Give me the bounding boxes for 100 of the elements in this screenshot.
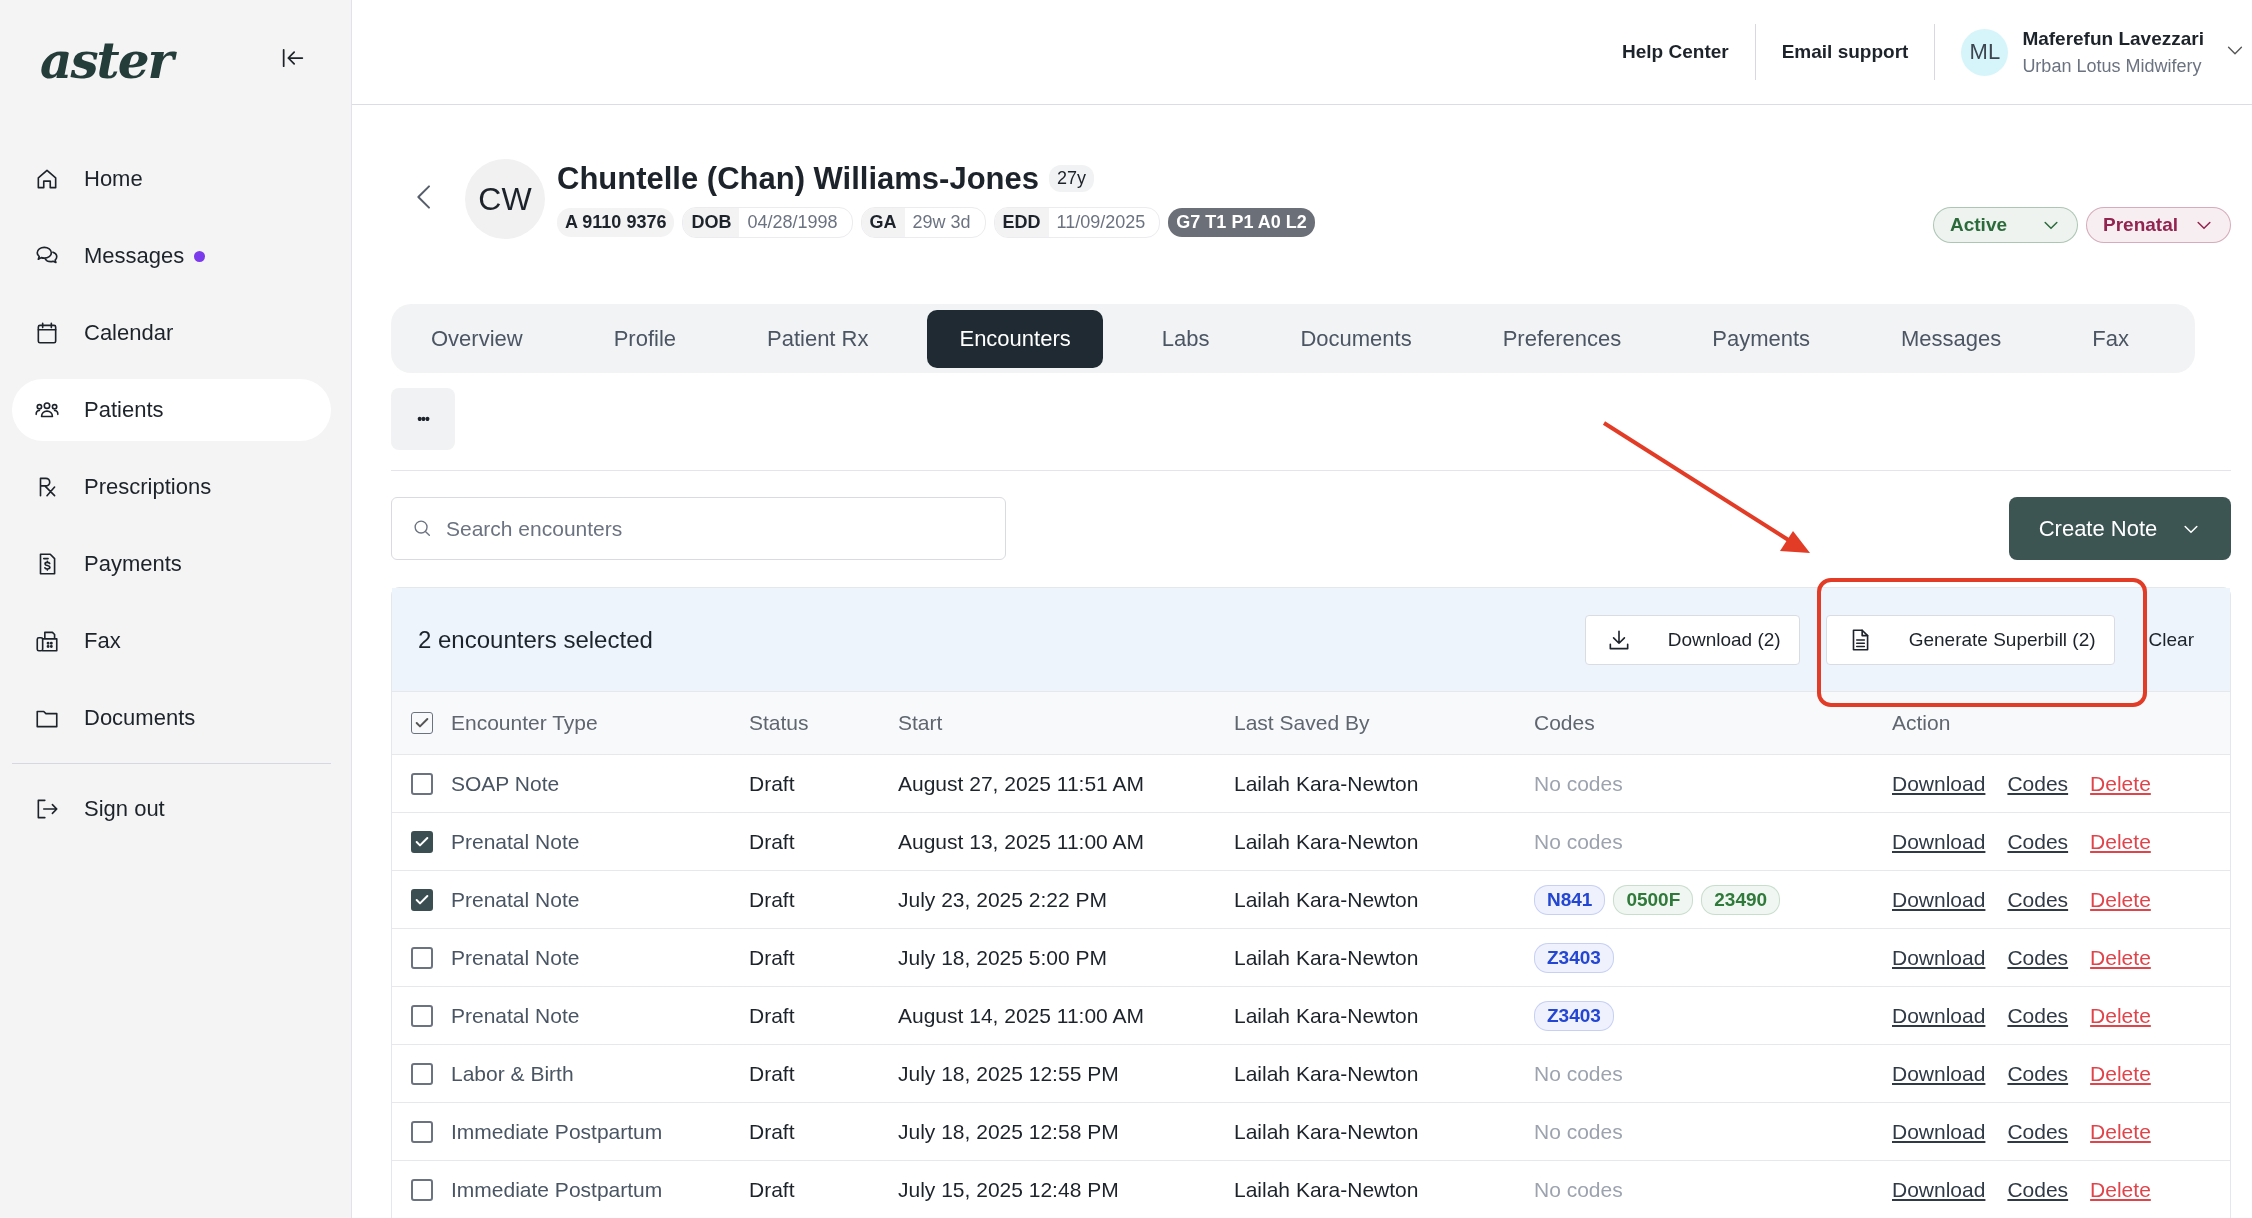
delete-link[interactable]: Delete — [2090, 1061, 2151, 1086]
delete-link[interactable]: Delete — [2090, 887, 2151, 912]
table-cell-text: Immediate Postpartum — [451, 1177, 664, 1202]
sidebar-item[interactable]: Messages — [12, 225, 331, 287]
table-cell-text: July 23, 2025 2:22 PM — [898, 887, 1108, 912]
action-link[interactable]: Codes — [2007, 771, 2069, 796]
delete-link[interactable]: Delete — [2090, 945, 2151, 970]
fact-value: 11/09/2025 — [1055, 210, 1147, 234]
action-link[interactable]: Codes — [2007, 1119, 2069, 1144]
table-cell-text: Draft — [749, 945, 796, 970]
action-link[interactable]: Download — [1892, 887, 1986, 912]
action-link[interactable]: Codes — [2007, 1003, 2069, 1028]
email-support-link[interactable]: Email support — [1755, 41, 1935, 63]
user-name: Maferefun Lavezzari — [2022, 27, 2204, 50]
tab[interactable]: Payments — [1680, 309, 1843, 368]
code-tag: Z3403 — [1534, 942, 1614, 973]
action-link[interactable]: Download — [1892, 1061, 1986, 1086]
clear-link[interactable]: Clear — [2148, 628, 2194, 651]
column-header: Encounter Type — [451, 711, 599, 735]
action-link[interactable]: Codes — [2007, 1177, 2069, 1202]
tab[interactable]: Encounters — [927, 309, 1103, 368]
patient-name: Chuntelle (Chan) Williams-Jones — [557, 160, 1039, 197]
table-cell-text: Prenatal Note — [451, 1003, 581, 1028]
action-link[interactable]: Download — [1892, 945, 1986, 970]
table-cell-text: Prenatal Note — [451, 945, 581, 970]
checkbox[interactable] — [411, 772, 433, 795]
checkbox[interactable] — [411, 946, 433, 969]
age-badge: 27y — [1049, 165, 1095, 192]
sidebar-item[interactable]: Fax — [12, 610, 331, 672]
generate-superbill-button[interactable]: Generate Superbill (2) — [1825, 614, 2115, 665]
tab[interactable]: Messages — [1869, 309, 2034, 368]
delete-link[interactable]: Delete — [2090, 1177, 2151, 1202]
table-cell-text: Draft — [749, 771, 796, 796]
status-dropdown[interactable]: Prenatal — [2086, 207, 2231, 243]
help-center-link[interactable]: Help Center — [1596, 41, 1755, 63]
sidebar-item[interactable]: Payments — [12, 533, 331, 595]
action-link[interactable]: Download — [1892, 1177, 1986, 1202]
sidebar-item[interactable]: Calendar — [12, 302, 331, 364]
delete-link[interactable]: Delete — [2090, 1119, 2151, 1144]
table-cell-text: Draft — [749, 1177, 796, 1202]
delete-link[interactable]: Delete — [2090, 1003, 2151, 1028]
tab[interactable]: Profile — [581, 309, 708, 368]
table-cell-text: Lailah Kara-Newton — [1234, 1177, 1420, 1202]
action-link[interactable]: Codes — [2007, 945, 2069, 970]
download-button[interactable]: Download (2) — [1584, 614, 1800, 665]
checkbox[interactable] — [411, 1120, 433, 1143]
table-cell-text: July 18, 2025 5:00 PM — [898, 945, 1108, 970]
table-cell-text: Draft — [749, 829, 796, 854]
code-tag: 0500F — [1613, 884, 1694, 915]
table-cell-text: No codes — [1534, 1061, 1624, 1086]
checkbox[interactable] — [411, 712, 433, 734]
search-field[interactable]: Search encounters — [391, 497, 1006, 560]
action-link[interactable]: Download — [1892, 829, 1986, 854]
table-cell-text: July 18, 2025 12:55 PM — [898, 1061, 1120, 1086]
sidebar-item[interactable]: Prescriptions — [12, 456, 331, 518]
sidebar-item[interactable]: Home — [12, 148, 331, 210]
checkbox[interactable] — [411, 1178, 433, 1201]
column-header: Action — [1892, 711, 1952, 735]
column-header: Last Saved By — [1234, 711, 1371, 735]
sidebar-item[interactable]: Patients — [12, 379, 331, 441]
status-dropdown[interactable]: Active — [1933, 207, 2078, 243]
action-link[interactable]: Download — [1892, 771, 1986, 796]
table-cell-text: July 18, 2025 12:58 PM — [898, 1119, 1120, 1144]
sign-out-item[interactable]: Sign out — [12, 778, 331, 840]
user-avatar[interactable]: ML — [1961, 28, 2009, 76]
tab[interactable]: Patient Rx — [735, 309, 901, 368]
tab[interactable]: Overview — [399, 309, 555, 368]
table-cell-text: Prenatal Note — [451, 887, 581, 912]
action-link[interactable]: Download — [1892, 1003, 1986, 1028]
tab[interactable]: Documents — [1268, 309, 1444, 368]
table-cell-text: SOAP Note — [451, 771, 561, 796]
patient-avatar: CW — [465, 159, 545, 239]
table-cell-text: No codes — [1534, 771, 1624, 796]
create-note-button[interactable]: Create Note — [2009, 497, 2231, 560]
table-cell-text: August 13, 2025 11:00 AM — [898, 829, 1145, 854]
action-link[interactable]: Codes — [2007, 829, 2069, 854]
delete-link[interactable]: Delete — [2090, 829, 2151, 854]
table-cell-text: Prenatal Note — [451, 829, 581, 854]
table-cell-text: July 15, 2025 12:48 PM — [898, 1177, 1120, 1202]
tab[interactable]: Labs — [1129, 309, 1242, 368]
table-cell-text: Immediate Postpartum — [451, 1119, 664, 1144]
tab[interactable]: Preferences — [1470, 309, 1654, 368]
table-cell-text: August 27, 2025 11:51 AM — [898, 771, 1145, 796]
more-button[interactable]: ••• — [391, 388, 455, 450]
action-link[interactable]: Download — [1892, 1119, 1986, 1144]
sidebar-item[interactable]: Documents — [12, 687, 331, 749]
fact-value: 29w 3d — [911, 210, 972, 234]
action-link[interactable]: Codes — [2007, 887, 2069, 912]
tab[interactable]: Fax — [2060, 309, 2161, 368]
table-cell-text: Lailah Kara-Newton — [1234, 1003, 1420, 1028]
fact-label: GA — [861, 207, 905, 237]
table-cell-text: Draft — [749, 1119, 796, 1144]
column-header: Start — [898, 711, 944, 735]
table-cell-text: Labor & Birth — [451, 1061, 575, 1086]
checkbox[interactable] — [411, 830, 433, 853]
delete-link[interactable]: Delete — [2090, 771, 2151, 796]
checkbox[interactable] — [411, 888, 433, 911]
checkbox[interactable] — [411, 1004, 433, 1027]
action-link[interactable]: Codes — [2007, 1061, 2069, 1086]
checkbox[interactable] — [411, 1062, 433, 1085]
